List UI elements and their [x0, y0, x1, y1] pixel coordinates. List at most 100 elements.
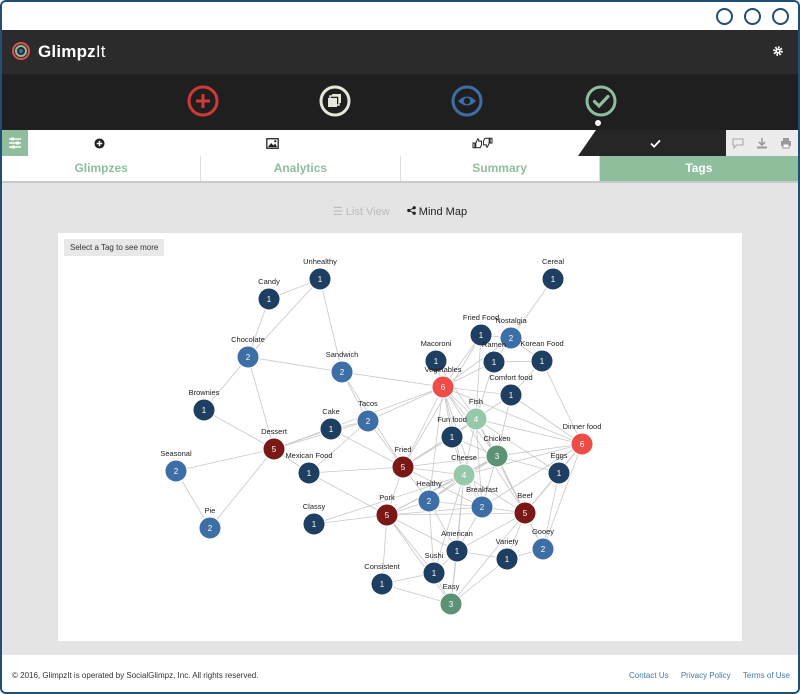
tag-label: American	[441, 529, 473, 538]
tag-count: 4	[474, 415, 479, 424]
tag-count: 2	[509, 334, 514, 343]
tag-node-korean[interactable]: Korean Food 1	[520, 339, 564, 373]
mind-map-button[interactable]: Mind Map	[406, 206, 467, 218]
edge-korean-dinner	[541, 360, 583, 445]
tag-node-cake[interactable]: Cake 1	[319, 407, 343, 441]
tag-node-fish[interactable]: Fish 4	[464, 397, 488, 431]
tag-count: 1	[479, 331, 484, 340]
tag-label: Fun food	[437, 415, 467, 424]
add-tool-button[interactable]	[32, 130, 166, 156]
privacy-policy-link[interactable]: Privacy Policy	[681, 671, 731, 680]
footer: © 2016, GlimpzIt is operated by SocialGl…	[2, 655, 798, 692]
tag-node-pork[interactable]: Pork 5	[375, 493, 399, 527]
download-icon[interactable]	[756, 137, 768, 149]
tag-node-eggs[interactable]: Eggs 1	[547, 451, 571, 485]
vote-tool-button[interactable]	[422, 130, 542, 156]
thumbs-up-down-icon	[471, 137, 493, 149]
tag-node-candy[interactable]: Candy 1	[257, 277, 281, 311]
tag-count: 1	[307, 469, 312, 478]
sliders-icon	[9, 137, 21, 149]
tab-tags[interactable]: Tags	[599, 156, 798, 181]
edge-fish-eggs	[475, 418, 560, 474]
window-close-button[interactable]	[772, 8, 789, 25]
tag-count: 1	[505, 555, 510, 564]
tag-count: 1	[202, 406, 207, 415]
tag-node-healthy[interactable]: Healthy 2	[416, 479, 442, 513]
tag-node-variety[interactable]: Variety 1	[495, 537, 519, 571]
tag-count: 2	[366, 417, 371, 426]
tag-label: Easy	[443, 582, 460, 591]
edge-chocolate-sandwich	[247, 356, 343, 373]
sub-toolbar	[2, 130, 798, 157]
edge-unhealthy-chocolate	[247, 278, 321, 358]
terms-of-use-link[interactable]: Terms of Use	[743, 671, 790, 680]
tab-glimpzes[interactable]: Glimpzes	[2, 156, 202, 181]
tag-count: 1	[380, 580, 385, 589]
tag-node-tacos[interactable]: Tacos 2	[356, 399, 380, 433]
brand-name: GlimpzIt	[38, 42, 106, 61]
tag-node-comfort[interactable]: Comfort food 1	[489, 373, 533, 407]
comment-icon[interactable]	[732, 138, 744, 149]
tag-node-dessert[interactable]: Dessert 5	[261, 427, 288, 461]
tag-node-consistent[interactable]: Consistent 1	[364, 562, 401, 596]
tag-node-cheese[interactable]: Cheese 4	[451, 453, 477, 487]
tag-count: 2	[340, 368, 345, 377]
list-view-label: List View	[345, 206, 390, 218]
window-maximize-button[interactable]	[744, 8, 761, 25]
tag-node-beef[interactable]: Beef 5	[513, 491, 537, 525]
tag-label: Fried	[394, 445, 411, 454]
copyright: © 2016, GlimpzIt is operated by SocialGl…	[12, 671, 259, 680]
tag-node-ramen[interactable]: Ramen 1	[482, 340, 506, 374]
tag-node-sandwich[interactable]: Sandwich 2	[326, 350, 359, 384]
tag-count: 6	[441, 383, 446, 392]
tag-node-easy[interactable]: Easy 3	[439, 582, 463, 616]
tag-count: 5	[272, 445, 277, 454]
tag-node-classy[interactable]: Classy 1	[302, 502, 326, 536]
view-step-eye-icon[interactable]	[451, 85, 483, 117]
tag-node-gooey[interactable]: Gooey 2	[531, 527, 555, 561]
tag-count: 2	[174, 467, 179, 476]
contact-us-link[interactable]: Contact Us	[629, 671, 669, 680]
gear-icon[interactable]	[772, 45, 784, 57]
create-step-plus-icon[interactable]	[187, 85, 219, 117]
tag-label: Sushi	[425, 551, 444, 560]
edge-tacos-vegetables	[367, 386, 444, 422]
tag-count: 3	[449, 600, 454, 609]
tag-node-sushi[interactable]: Sushi 1	[422, 551, 446, 585]
tag-label: Vegetables	[424, 365, 461, 374]
results-tool-tab[interactable]	[578, 130, 726, 156]
tag-node-chicken[interactable]: Chicken 3	[483, 434, 511, 468]
tag-label: Breakfast	[466, 485, 499, 494]
tag-count: 3	[495, 452, 500, 461]
tag-label: Tacos	[358, 399, 378, 408]
results-step-check-icon[interactable]	[585, 85, 617, 117]
tab-summary[interactable]: Summary	[401, 156, 600, 181]
tag-label: Fish	[469, 397, 483, 406]
tag-label: Chicken	[483, 434, 510, 443]
image-tool-button[interactable]	[202, 130, 342, 156]
tag-label: Candy	[258, 277, 280, 286]
tag-node-fried[interactable]: Fried 5	[391, 445, 415, 479]
tag-node-unhealthy[interactable]: Unhealthy 1	[303, 257, 337, 291]
tag-node-cereal[interactable]: Cereal 1	[541, 257, 565, 291]
tag-count: 2	[208, 524, 213, 533]
filter-button[interactable]	[2, 130, 28, 156]
tag-label: Mexican Food	[285, 451, 332, 460]
window-minimize-button[interactable]	[716, 8, 733, 25]
tag-label: Ramen	[482, 340, 506, 349]
tag-node-seasonal[interactable]: Seasonal 2	[160, 449, 192, 483]
tag-node-chocolate[interactable]: Chocolate 2	[231, 335, 265, 369]
tag-label: Variety	[496, 537, 519, 546]
tag-label: Beef	[517, 491, 533, 500]
tag-node-mexican[interactable]: Mexican Food 1	[285, 451, 333, 485]
tag-count: 1	[267, 295, 272, 304]
list-view-button[interactable]: ☰ List View	[333, 206, 390, 218]
tag-label: Healthy	[416, 479, 442, 488]
tag-node-pie[interactable]: Pie 2	[198, 506, 222, 540]
tag-count: 1	[492, 358, 497, 367]
mind-map-canvas: Select a Tag to see more Unhealthy 1 Candy…	[58, 233, 742, 641]
print-icon[interactable]	[780, 137, 792, 149]
tab-analytics[interactable]: Analytics	[201, 156, 401, 181]
tag-count: 1	[509, 391, 514, 400]
content-step-stack-icon[interactable]	[319, 85, 351, 117]
